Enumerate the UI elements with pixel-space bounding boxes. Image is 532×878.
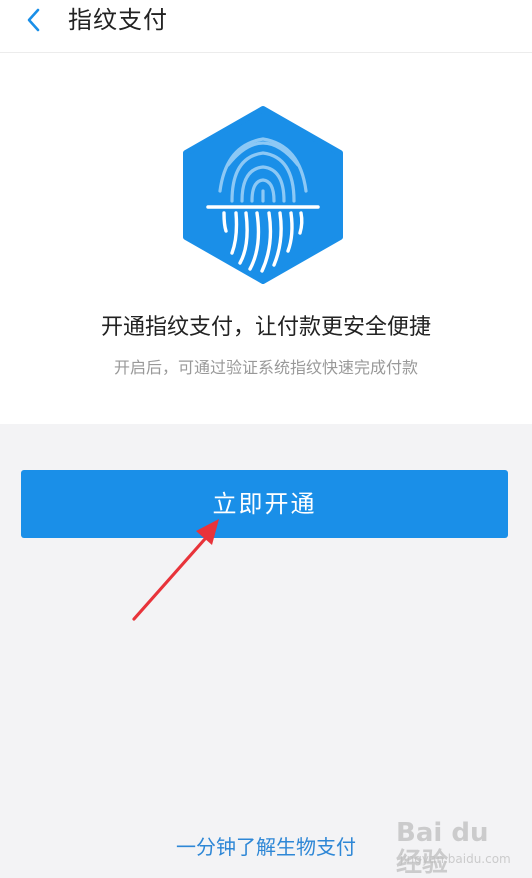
header-bar: 指纹支付 bbox=[0, 0, 532, 53]
watermark-sub-text: jingyan.baidu.com bbox=[400, 852, 511, 866]
open-now-button[interactable]: 立即开通 bbox=[21, 470, 508, 538]
headline-text: 开通指纹支付，让付款更安全便捷 bbox=[100, 315, 431, 340]
description-text: 开启后，可通过验证系统指纹快速完成付款 bbox=[113, 358, 418, 377]
fingerprint-hexagon-icon bbox=[180, 105, 346, 285]
intro-card: 开通指纹支付，让付款更安全便捷 开启后，可通过验证系统指纹快速完成付款 bbox=[0, 53, 532, 424]
chevron-left-icon bbox=[27, 8, 40, 32]
back-button[interactable] bbox=[18, 4, 54, 40]
watermark-main-text: Bai du 经验 bbox=[396, 818, 489, 878]
baidu-jingyan-watermark: Bai du 经验 jingyan.baidu.com bbox=[396, 818, 518, 878]
page-title: 指纹支付 bbox=[68, 6, 168, 34]
